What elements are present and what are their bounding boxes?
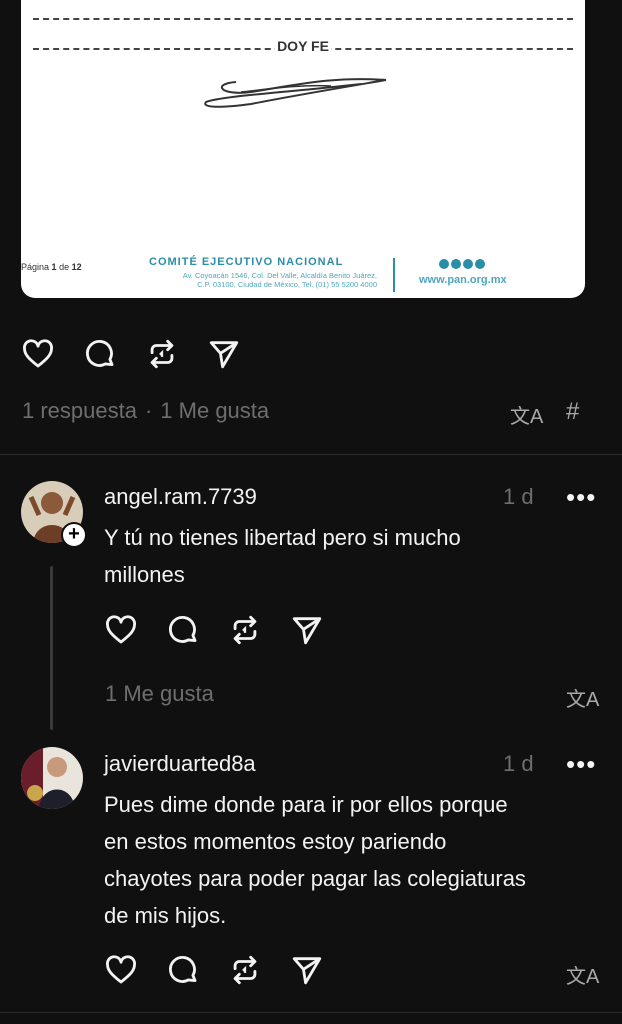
reply-actions <box>103 612 351 648</box>
reply-username[interactable]: angel.ram.7739 <box>104 484 257 510</box>
replies-count[interactable]: 1 respuesta <box>22 398 137 423</box>
reply-time: 1 d <box>503 484 534 509</box>
youtube-icon <box>475 259 485 269</box>
translate-icon[interactable]: 文A <box>566 683 599 712</box>
comment-icon <box>86 340 114 367</box>
post-stats: 1 respuesta · 1 Me gusta <box>22 398 270 423</box>
send-icon <box>209 341 239 369</box>
share-button[interactable] <box>289 952 325 988</box>
reply-time: 1 d <box>503 751 534 776</box>
repost-button[interactable] <box>227 612 263 648</box>
likes-count[interactable]: 1 Me gusta <box>160 398 269 423</box>
vertical-divider <box>393 258 395 292</box>
reply-text: Y tú no tienes libertad pero si mucho mi… <box>104 525 461 587</box>
follow-badge[interactable]: + <box>61 522 87 548</box>
repost-button[interactable] <box>227 952 263 988</box>
signature-image <box>204 78 387 108</box>
reply-username[interactable]: javierduarted8a <box>104 751 256 777</box>
post-actions <box>20 336 268 372</box>
send-icon <box>292 957 322 985</box>
page-number: Página 1 de 12 <box>21 262 82 272</box>
reply-actions <box>103 952 351 988</box>
avatar[interactable] <box>21 747 83 809</box>
hashtag-icon[interactable]: # <box>566 398 579 426</box>
like-button[interactable] <box>103 952 139 988</box>
reply-button[interactable] <box>82 336 118 372</box>
org-address: Av. Coyoacán 1546, Col. Del Valle, Alcal… <box>182 271 377 289</box>
reply-button[interactable] <box>165 952 201 988</box>
comment-icon <box>169 956 197 983</box>
thread-screen: DOY FE Página 1 de 12 COMITÉ EJECUTIVO N… <box>0 0 622 1024</box>
reply-likes-count[interactable]: 1 Me gusta <box>105 681 214 707</box>
divider <box>0 1012 622 1013</box>
thread-line <box>50 566 53 730</box>
repost-icon <box>233 615 257 645</box>
doc-heading: DOY FE <box>275 38 331 54</box>
share-button[interactable] <box>289 612 325 648</box>
share-button[interactable] <box>206 336 242 372</box>
more-options-icon[interactable]: ••• <box>566 484 596 510</box>
like-button[interactable] <box>103 612 139 648</box>
like-button[interactable] <box>20 336 56 372</box>
heart-icon <box>106 615 136 644</box>
repost-button[interactable] <box>144 336 180 372</box>
org-name: COMITÉ EJECUTIVO NACIONAL <box>149 256 344 268</box>
instagram-icon <box>463 259 473 269</box>
send-icon <box>292 617 322 645</box>
comment-icon <box>169 616 197 643</box>
heart-icon <box>23 339 53 368</box>
more-options-icon[interactable]: ••• <box>566 751 596 777</box>
avatar-image <box>21 747 83 809</box>
repost-icon <box>150 339 174 369</box>
reply-text: Pues dime donde para ir por ellos porque… <box>104 792 526 928</box>
website-link: www.pan.org.mx <box>419 274 507 286</box>
document-image[interactable]: DOY FE Página 1 de 12 COMITÉ EJECUTIVO N… <box>21 0 585 298</box>
divider <box>0 454 622 455</box>
heart-icon <box>106 955 136 984</box>
facebook-icon <box>439 259 449 269</box>
repost-icon <box>233 955 257 985</box>
dashed-divider <box>33 18 573 20</box>
social-icons <box>439 259 485 269</box>
translate-icon[interactable]: 文A <box>510 400 543 429</box>
reply-button[interactable] <box>165 612 201 648</box>
twitter-icon <box>451 259 461 269</box>
translate-icon[interactable]: 文A <box>566 960 599 989</box>
